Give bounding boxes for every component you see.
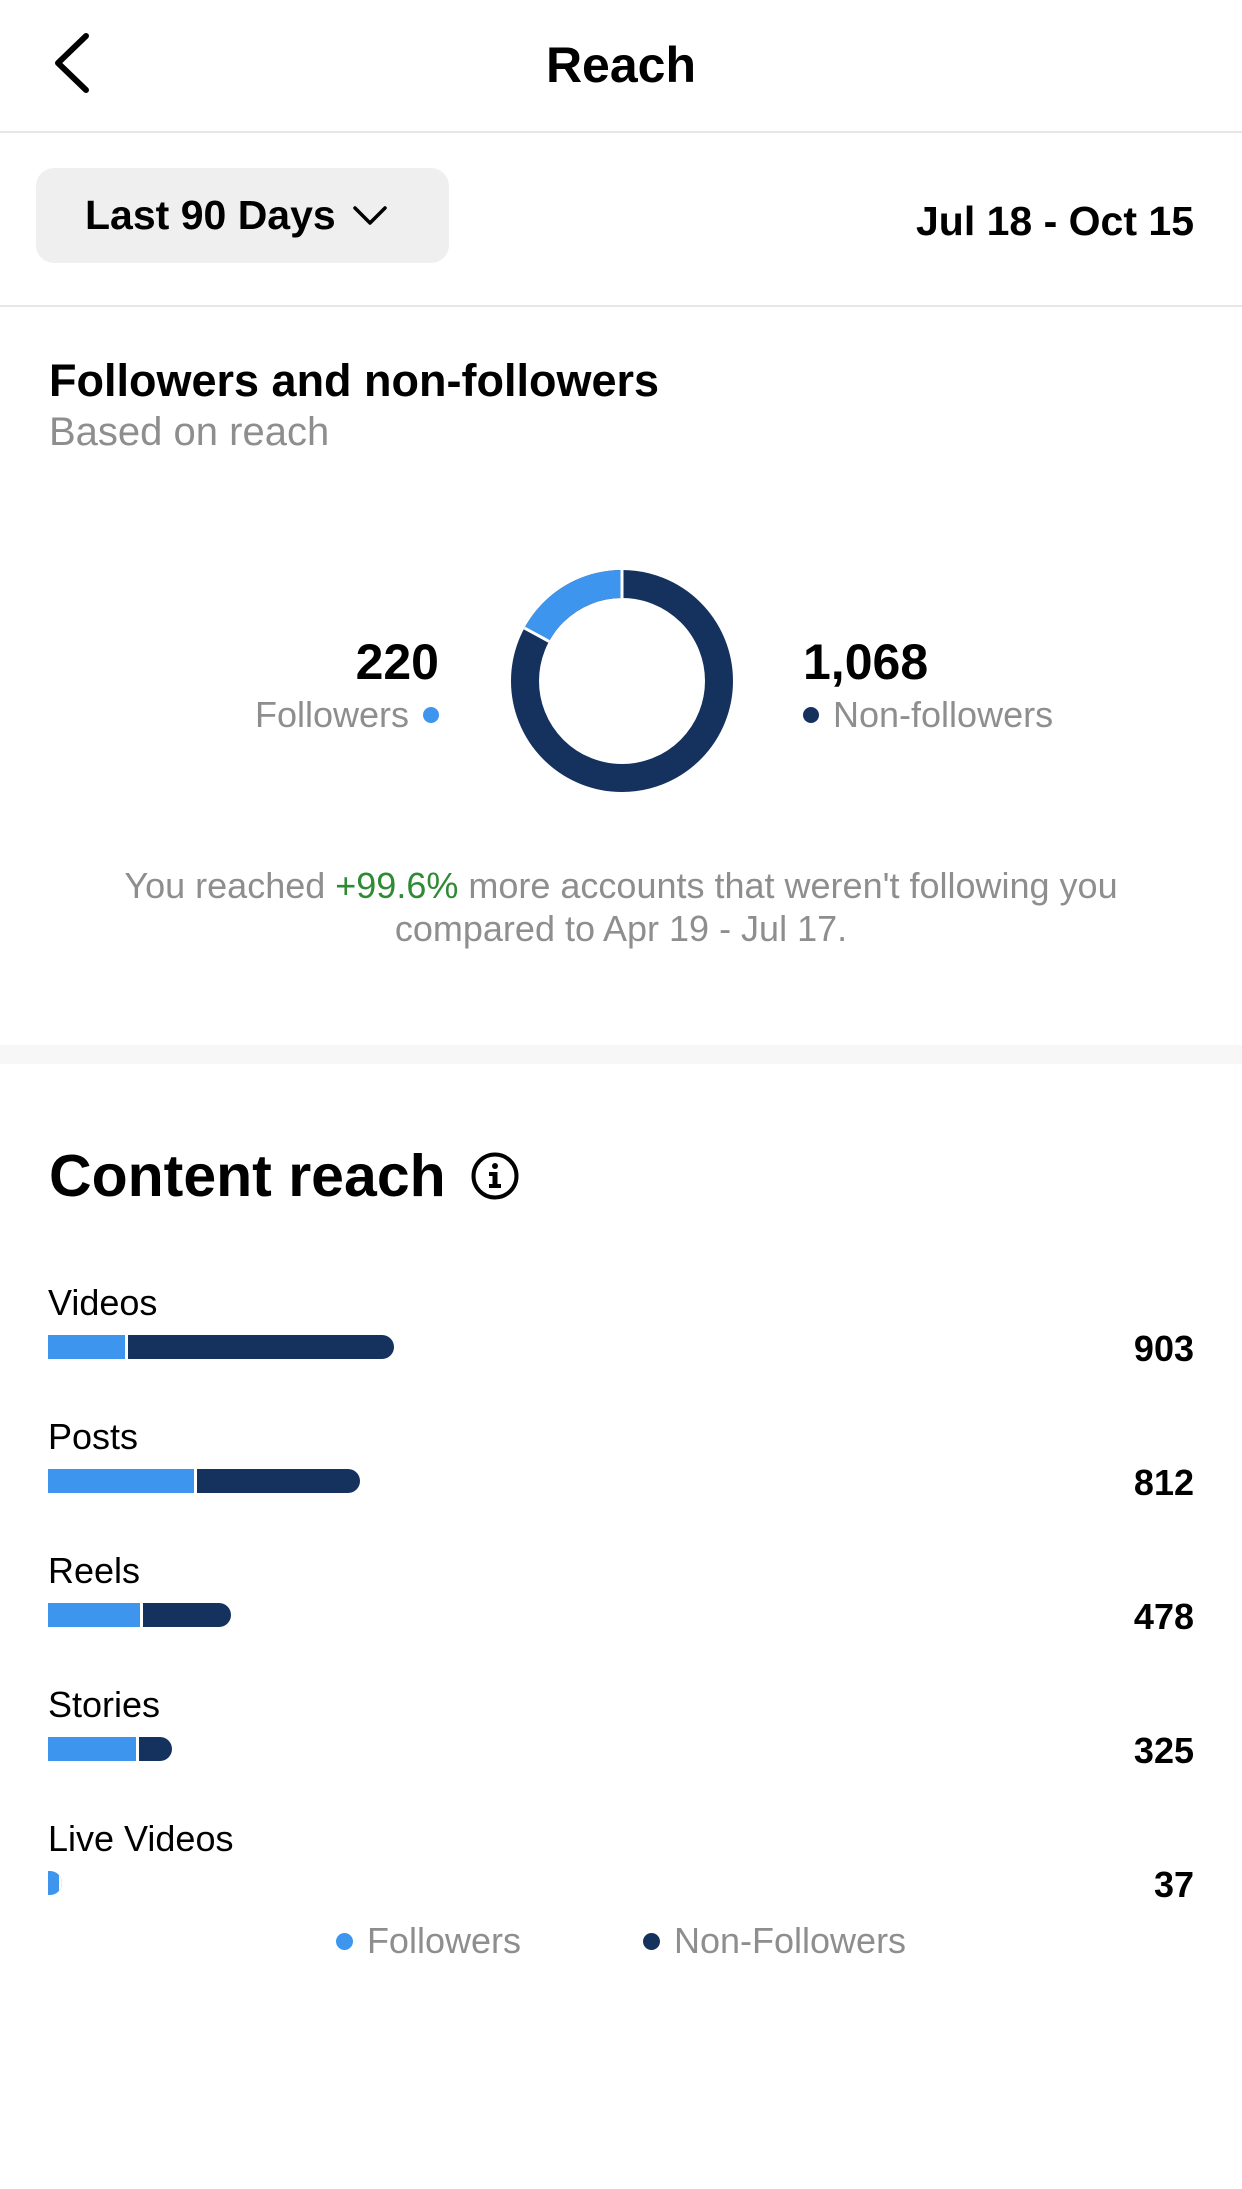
summary-suffix: more accounts that weren't following you… bbox=[394, 865, 1118, 949]
section-subtitle: Based on reach bbox=[49, 410, 330, 454]
row-label: Live Videos bbox=[48, 1818, 234, 1859]
date-range-text: Jul 18 - Oct 15 bbox=[915, 198, 1194, 244]
date-range-dropdown-label: Last 90 Days bbox=[85, 192, 336, 238]
row-label: Reels bbox=[48, 1550, 141, 1591]
row-label: Posts bbox=[48, 1416, 139, 1457]
content-reach-row: Posts 812 bbox=[0, 1416, 1242, 1550]
section-divider bbox=[0, 1045, 1242, 1064]
followers-label: Followers bbox=[254, 694, 409, 735]
row-value: 37 bbox=[1153, 1864, 1194, 1905]
content-reach-row: Stories 325 bbox=[0, 1684, 1242, 1818]
summary-prefix: You reached bbox=[124, 865, 336, 906]
nonfollowers-dot-icon bbox=[642, 1932, 660, 1950]
stacked-bar bbox=[48, 1871, 62, 1895]
summary-percentage: +99.6% bbox=[335, 865, 459, 906]
content-reach-title-group: Content reach bbox=[49, 1142, 520, 1210]
content-reach-row: Videos 903 bbox=[0, 1282, 1242, 1416]
followers-section: Followers and non-followers Based on rea… bbox=[0, 309, 1242, 1045]
followers-label-group: Followers bbox=[255, 694, 439, 736]
chart-legend: Followers Non-Followers bbox=[0, 1920, 1242, 1962]
info-icon[interactable] bbox=[470, 1151, 520, 1201]
content-reach-title: Content reach bbox=[49, 1143, 446, 1209]
legend-followers-label: Followers bbox=[366, 1920, 521, 1961]
followers-dot-icon bbox=[335, 1932, 353, 1950]
stacked-bar bbox=[48, 1603, 231, 1627]
row-value: 812 bbox=[1133, 1462, 1194, 1503]
nonfollowers-count: 1,068 bbox=[803, 634, 929, 690]
reach-summary-text: You reached +99.6% more accounts that we… bbox=[60, 864, 1182, 950]
bar-segment-nonfollowers bbox=[125, 1335, 394, 1359]
bar-segment-followers bbox=[48, 1469, 194, 1493]
row-value: 478 bbox=[1133, 1596, 1194, 1637]
row-label: Stories bbox=[48, 1684, 161, 1725]
stacked-bar bbox=[48, 1469, 360, 1493]
filter-bar: Last 90 Days Jul 18 - Oct 15 bbox=[0, 133, 1242, 307]
chevron-down-icon bbox=[352, 205, 387, 225]
legend-followers: Followers bbox=[335, 1920, 521, 1962]
bar-segment-nonfollowers bbox=[140, 1603, 231, 1627]
followers-donut-chart bbox=[511, 570, 733, 792]
bar-segment-nonfollowers bbox=[59, 1871, 62, 1895]
bar-segment-nonfollowers bbox=[194, 1469, 360, 1493]
bar-segment-followers bbox=[48, 1603, 140, 1627]
top-bar: Reach bbox=[0, 0, 1242, 133]
legend-nonfollowers-label: Non-Followers bbox=[673, 1920, 907, 1961]
content-reach-section: Content reach Videos 903 Posts 812 Reels 478 S… bbox=[0, 1064, 1242, 2189]
followers-dot-icon bbox=[423, 707, 439, 723]
date-range-dropdown[interactable]: Last 90 Days bbox=[36, 168, 449, 263]
nonfollowers-label: Non-followers bbox=[833, 694, 1054, 735]
row-label: Videos bbox=[48, 1282, 158, 1323]
stacked-bar bbox=[48, 1335, 394, 1359]
row-value: 325 bbox=[1133, 1730, 1194, 1771]
bar-segment-nonfollowers bbox=[136, 1737, 172, 1761]
row-value: 903 bbox=[1133, 1328, 1194, 1369]
legend-nonfollowers: Non-Followers bbox=[642, 1920, 907, 1962]
content-reach-row: Reels 478 bbox=[0, 1550, 1242, 1684]
nonfollowers-label-group: Non-followers bbox=[803, 694, 1053, 736]
bar-segment-followers bbox=[48, 1335, 125, 1359]
page-title: Reach bbox=[545, 37, 697, 93]
followers-count: 220 bbox=[355, 634, 439, 690]
nonfollowers-dot-icon bbox=[803, 707, 819, 723]
section-title: Followers and non-followers bbox=[49, 355, 660, 406]
stacked-bar bbox=[48, 1737, 172, 1761]
bar-segment-followers bbox=[48, 1737, 136, 1761]
bar-segment-followers bbox=[48, 1871, 59, 1895]
